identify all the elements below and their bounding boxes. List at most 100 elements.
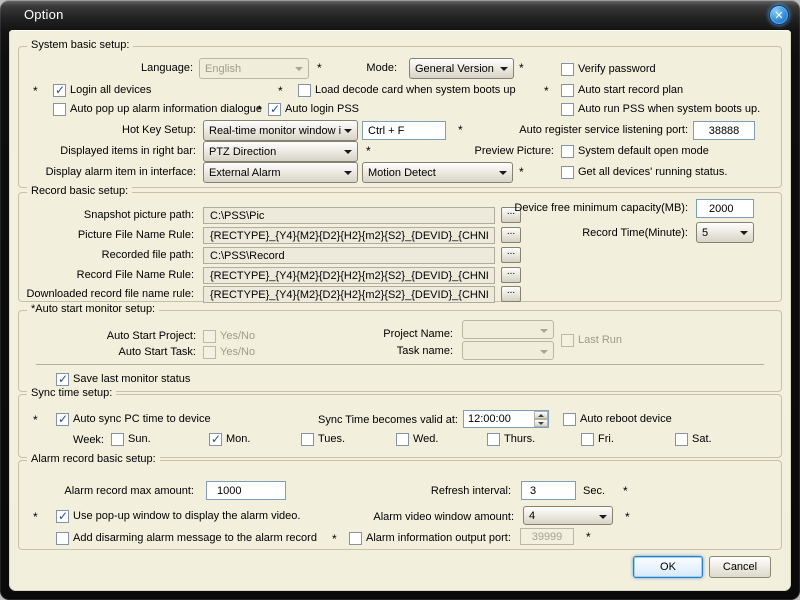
required-asterisk: * — [278, 84, 283, 98]
checkbox-box — [581, 433, 594, 446]
snapshot-path-field[interactable]: C:\PSS\Pic — [203, 207, 495, 224]
checkbox-label: Tues. — [318, 433, 345, 445]
checkbox-save-last-monitor-status[interactable]: Save last monitor status — [56, 372, 190, 386]
hotkey-value-input[interactable]: Ctrl + F — [362, 121, 446, 140]
checkbox-box — [53, 103, 66, 116]
min-capacity-input[interactable]: 2000 — [696, 199, 754, 218]
refresh-interval-input[interactable]: 3 — [521, 481, 576, 500]
checkbox-box — [561, 103, 574, 116]
checkbox-week-sun[interactable]: Sun. — [111, 432, 151, 446]
listening-port-label: Auto register service listening port: — [476, 124, 688, 136]
checkbox-week-fri[interactable]: Fri. — [581, 432, 614, 446]
required-asterisk: * — [33, 510, 38, 524]
checkbox-login-all-devices[interactable]: Login all devices — [53, 83, 151, 97]
titlebar[interactable]: Option ✕ — [0, 0, 800, 30]
required-asterisk: * — [332, 532, 337, 546]
checkbox-auto-reboot-device[interactable]: Auto reboot device — [563, 412, 672, 426]
hotkey-action-select[interactable]: Real-time monitor window i — [203, 120, 358, 141]
checkbox-week-mon[interactable]: Mon. — [209, 432, 250, 446]
checkbox-label: Sat. — [692, 433, 712, 445]
checkbox-label: Auto pop up alarm information dialogue — [70, 103, 262, 115]
listening-port-input[interactable]: 38888 — [693, 121, 755, 140]
recorded-path-field[interactable]: C:\PSS\Record — [203, 247, 495, 264]
project-name-label: Project Name: — [326, 328, 453, 340]
spin-up-icon[interactable] — [534, 411, 548, 419]
checkbox-label: Yes/No — [220, 330, 255, 342]
language-label: Language: — [49, 62, 193, 74]
checkbox-auto-run-pss[interactable]: Auto run PSS when system boots up. — [561, 102, 760, 116]
checkbox-week-wed[interactable]: Wed. — [396, 432, 438, 446]
project-name-select — [462, 320, 554, 339]
task-name-select — [462, 341, 554, 360]
group-system-basic-setup: System basic setup: Language: English * … — [18, 46, 782, 188]
checkbox-box — [203, 346, 216, 359]
checkbox-week-thurs[interactable]: Thurs. — [487, 432, 535, 446]
spin-down-icon[interactable] — [534, 419, 548, 427]
checkbox-box — [56, 510, 69, 523]
checkbox-popup-alarm-video[interactable]: Use pop-up window to display the alarm v… — [56, 509, 300, 523]
picture-rule-field[interactable]: {RECTYPE}_{Y4}{M2}{D2}{H2}{m2}{S2}_{DEVI… — [203, 227, 495, 244]
checkbox-auto-sync-pc-time[interactable]: Auto sync PC time to device — [56, 412, 211, 426]
checkbox-box — [53, 84, 66, 97]
preview-picture-label: Preview Picture: — [423, 145, 554, 157]
snapshot-path-label: Snapshot picture path: — [19, 209, 194, 221]
window-title: Option — [24, 7, 64, 22]
alarm-max-amount-label: Alarm record max amount: — [19, 485, 194, 497]
checkbox-get-running-status[interactable]: Get all devices' running status. — [561, 165, 727, 179]
record-time-select[interactable]: 5 — [696, 222, 754, 243]
browse-button[interactable]: ... — [501, 286, 521, 302]
alarm-item-select-2[interactable]: Motion Detect — [362, 162, 513, 183]
checkbox-box — [561, 166, 574, 179]
checkbox-label: Wed. — [413, 433, 438, 445]
required-asterisk: * — [33, 84, 38, 98]
required-asterisk: * — [519, 165, 524, 179]
downloaded-rule-field[interactable]: {RECTYPE}_{Y4}{M2}{D2}{H2}{m2}{S2}_{DEVI… — [203, 286, 495, 303]
checkbox-auto-popup-alarm-dialogue[interactable]: Auto pop up alarm information dialogue — [53, 102, 262, 116]
required-asterisk: * — [257, 103, 262, 117]
browse-button[interactable]: ... — [501, 247, 521, 263]
checkbox-alarm-output-port[interactable]: Alarm information output port: — [349, 531, 511, 545]
checkbox-label: System default open mode — [578, 145, 709, 157]
required-asterisk: * — [586, 530, 591, 544]
checkbox-add-disarming-message[interactable]: Add disarming alarm message to the alarm… — [56, 531, 317, 545]
close-icon: ✕ — [774, 9, 783, 22]
right-bar-items-select[interactable]: PTZ Direction — [203, 141, 358, 162]
record-rule-field[interactable]: {RECTYPE}_{Y4}{M2}{D2}{H2}{m2}{S2}_{DEVI… — [203, 267, 495, 284]
checkbox-week-sat[interactable]: Sat. — [675, 432, 712, 446]
checkbox-week-tues[interactable]: Tues. — [301, 432, 345, 446]
alarm-window-amount-select[interactable]: 4 — [523, 506, 613, 525]
checkbox-label: Sun. — [128, 433, 151, 445]
language-select: English — [199, 58, 309, 79]
checkbox-label: Auto reboot device — [580, 413, 672, 425]
group-title: System basic setup: — [27, 39, 133, 51]
sync-valid-at-label: Sync Time becomes valid at: — [313, 414, 458, 426]
ok-button[interactable]: OK — [633, 556, 703, 578]
record-rule-label: Record File Name Rule: — [19, 269, 194, 281]
checkbox-label: Thurs. — [504, 433, 535, 445]
checkbox-last-run: Last Run — [561, 333, 622, 347]
checkbox-box — [561, 63, 574, 76]
alarm-max-amount-input[interactable]: 1000 — [206, 481, 286, 500]
checkbox-verify-password[interactable]: Verify password — [561, 62, 656, 76]
checkbox-auto-login-pss[interactable]: Auto login PSS — [268, 102, 359, 116]
cancel-button[interactable]: Cancel — [709, 556, 771, 578]
alarm-item-select-1[interactable]: External Alarm — [203, 162, 358, 183]
mode-select[interactable]: General Version — [409, 58, 514, 79]
refresh-unit-label: Sec. — [583, 485, 613, 497]
checkbox-load-decode-card[interactable]: Load decode card when system boots up — [298, 83, 516, 97]
checkbox-label: Load decode card when system boots up — [315, 84, 516, 96]
browse-button[interactable]: ... — [501, 267, 521, 283]
browse-button[interactable]: ... — [501, 227, 521, 243]
checkbox-auto-start-project: Yes/No — [203, 329, 255, 343]
group-title: Record basic setup: — [27, 185, 132, 197]
checkbox-system-default-open-mode[interactable]: System default open mode — [561, 144, 709, 158]
close-button[interactable]: ✕ — [769, 5, 789, 25]
checkbox-box — [396, 433, 409, 446]
alarm-window-amount-label: Alarm video window amount: — [369, 511, 514, 523]
checkbox-auto-start-record-plan[interactable]: Auto start record plan — [561, 83, 683, 97]
downloaded-rule-label: Downloaded record file name rule: — [19, 288, 194, 300]
sync-time-spinner[interactable]: 12:00:00 — [463, 410, 549, 428]
checkbox-box — [203, 330, 216, 343]
divider — [36, 364, 764, 365]
checkbox-auto-start-task: Yes/No — [203, 345, 255, 359]
